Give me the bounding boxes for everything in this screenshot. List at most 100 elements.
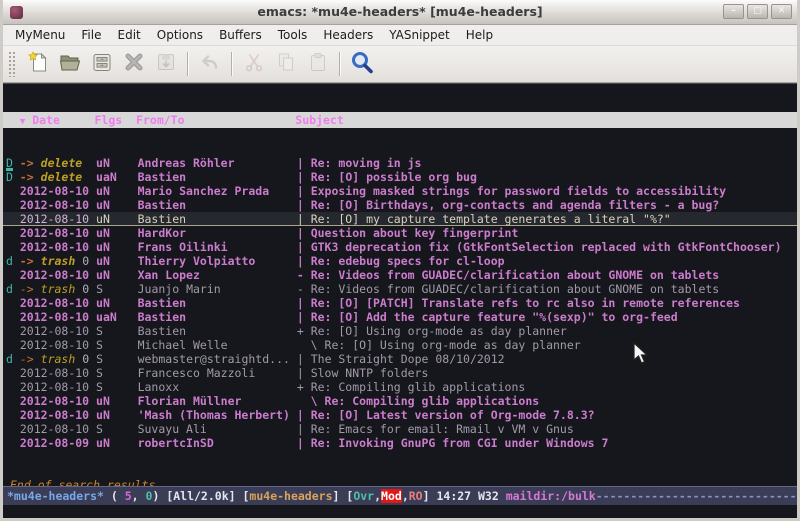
row-thread-prefix: -	[297, 282, 311, 296]
row-flags: uN	[96, 394, 138, 408]
row-flags: uaN	[96, 310, 138, 324]
row-mark	[6, 198, 20, 212]
header-row[interactable]: 2012-08-10 uN Bastien | Re: [O] my captu…	[3, 212, 797, 226]
row-subject: Re: Compiling glib applications	[325, 394, 540, 408]
row-mark: d	[6, 352, 20, 366]
menu-item-tools[interactable]: Tools	[270, 26, 316, 44]
header-row[interactable]: 2012-08-10 uN Florian Müllner \ Re: Comp…	[6, 394, 797, 408]
header-row[interactable]: 2012-08-10 uN 'Mash (Thomas Herbert) | R…	[6, 408, 797, 422]
modeline-segment: mu4e-headers	[249, 489, 332, 503]
menu-item-edit[interactable]: Edit	[110, 26, 149, 44]
row-mark	[6, 310, 20, 324]
point-cursor	[6, 168, 13, 171]
row-flags: S	[96, 366, 138, 380]
copy-icon	[274, 50, 298, 78]
copy-button	[270, 49, 302, 79]
header-row[interactable]: 2012-08-10 uN Frans Oilinki | GTK3 depre…	[6, 240, 797, 254]
menu-item-help[interactable]: Help	[458, 26, 501, 44]
row-date: 2012-08-10	[20, 268, 96, 282]
row-thread-prefix: -	[297, 268, 311, 282]
header-row[interactable]: 2012-08-10 S Michael Welle \ Re: [O] Usi…	[6, 338, 797, 352]
close-buffer-button[interactable]	[118, 49, 150, 79]
emacs-window: emacs: *mu4e-headers* [mu4e-headers] –□✕…	[0, 0, 800, 521]
open-folder-button[interactable]	[54, 49, 86, 79]
row-from: Bastien	[138, 198, 297, 212]
header-row[interactable]: 2012-08-10 uN Bastien | Re: [O] Birthday…	[6, 198, 797, 212]
header-row[interactable]: d -> trash 0 S Juanjo Marin - Re: Videos…	[6, 282, 797, 296]
row-mark-action: trash	[41, 254, 76, 268]
row-date: 2012-08-10	[20, 212, 96, 226]
row-flags: uN	[96, 436, 138, 450]
row-flags: uN	[96, 408, 138, 422]
modeline-segment: *mu4e-headers*	[7, 489, 104, 503]
menu-item-options[interactable]: Options	[149, 26, 211, 44]
row-mark-action: delete	[41, 156, 83, 170]
mode-line: *mu4e-headers* ( 5, 0) [All/2.0k] [mu4e-…	[3, 486, 797, 505]
modeline-segment: [All/2.0k]	[166, 489, 242, 503]
header-row[interactable]: 2012-08-09 uN robertcInSD | Re: Invoking…	[6, 436, 797, 450]
menubar: MyMenuFileEditOptionsBuffersToolsHeaders…	[3, 25, 797, 46]
row-mark-target: 0	[75, 254, 89, 268]
header-row[interactable]: 2012-08-10 uN Bastien | Re: [O] [PATCH] …	[6, 296, 797, 310]
modeline-segment: RO	[409, 489, 423, 503]
modeline-segment: 14:27 W32	[436, 489, 505, 503]
row-mark-arrow: ->	[20, 156, 41, 170]
row-mark	[6, 296, 20, 310]
menu-item-mymenu[interactable]: MyMenu	[7, 26, 73, 44]
menu-item-headers[interactable]: Headers	[315, 26, 381, 44]
row-flags: uN	[96, 184, 138, 198]
row-thread-prefix: |	[297, 198, 311, 212]
header-rows: D -> delete uN Andreas Röhler | Re: movi…	[3, 156, 797, 450]
new-file-button[interactable]	[22, 49, 54, 79]
row-thread-prefix: |	[297, 240, 311, 254]
menu-item-yasnippet[interactable]: YASnippet	[381, 26, 458, 44]
row-thread-prefix: |	[297, 408, 311, 422]
header-row[interactable]: 2012-08-10 S Bastien + Re: [O] Using org…	[6, 324, 797, 338]
modeline-segment: Ovr	[353, 489, 374, 503]
save-icon	[154, 50, 178, 78]
titlebar[interactable]: emacs: *mu4e-headers* [mu4e-headers] –□✕	[3, 0, 797, 25]
minimize-button[interactable]: –	[723, 4, 744, 19]
header-line: ▼ Date Flgs From/To Subject	[3, 112, 797, 128]
header-row[interactable]: 2012-08-10 S Francesco Mazzoli | Slow NN…	[6, 366, 797, 380]
file-drawer-button[interactable]	[86, 49, 118, 79]
search-button[interactable]	[346, 49, 378, 79]
new-file-icon	[26, 50, 50, 78]
row-mark-action: trash	[41, 352, 76, 366]
row-subject: Question about key fingerprint	[311, 226, 519, 240]
toolbar-drag-handle[interactable]	[8, 51, 17, 77]
row-from: Frans Oilinki	[138, 240, 297, 254]
row-date: 2012-08-10	[20, 408, 96, 422]
header-row[interactable]: d -> trash 0 uN Thierry Volpiatto | Re: …	[6, 254, 797, 268]
close-button[interactable]: ✕	[771, 4, 792, 19]
column-headers: Date Flgs From/To Subject	[25, 113, 344, 127]
header-row[interactable]: 2012-08-10 uN Xan Lopez - Re: Videos fro…	[6, 268, 797, 282]
header-row[interactable]: 2012-08-10 S Lanoxx + Re: Compiling glib…	[6, 380, 797, 394]
row-from: webmaster@straightd...	[138, 352, 297, 366]
header-row[interactable]: D -> delete uN Andreas Röhler | Re: movi…	[6, 156, 797, 170]
menu-item-buffers[interactable]: Buffers	[211, 26, 270, 44]
row-date: 2012-08-10	[20, 422, 96, 436]
header-row[interactable]: d -> trash 0 S webmaster@straightd... | …	[6, 352, 797, 366]
maximize-button[interactable]: □	[747, 4, 768, 19]
row-from: Thierry Volpiatto	[138, 254, 297, 268]
toolbar-buttons	[22, 49, 378, 79]
row-subject: Re: Compiling glib applications	[311, 380, 526, 394]
menu-item-file[interactable]: File	[73, 26, 109, 44]
header-row[interactable]: 2012-08-10 uN Mario Sanchez Prada | Expo…	[6, 184, 797, 198]
row-thread-prefix: |	[297, 254, 311, 268]
header-row[interactable]: D -> delete uaN Bastien | Re: [O] possib…	[6, 170, 797, 184]
echo-area[interactable]	[3, 505, 797, 518]
row-flags: S	[96, 324, 138, 338]
header-row[interactable]: 2012-08-10 S Suvayu Ali | Re: Emacs for …	[6, 422, 797, 436]
row-subject: Re: [O] Birthdays, org-contacts and agen…	[311, 198, 720, 212]
end-of-search-label: End of search results	[3, 478, 797, 486]
row-thread-prefix: |	[297, 366, 311, 380]
header-row[interactable]: 2012-08-10 uN HardKor | Question about k…	[6, 226, 797, 240]
row-mark: D	[6, 170, 20, 184]
header-row[interactable]: 2012-08-10 uaN Bastien | Re: [O] Add the…	[6, 310, 797, 324]
row-date: 2012-08-10	[20, 380, 96, 394]
row-date: 2012-08-10	[20, 296, 96, 310]
row-thread-prefix: |	[297, 212, 311, 226]
file-drawer-icon	[90, 50, 114, 78]
